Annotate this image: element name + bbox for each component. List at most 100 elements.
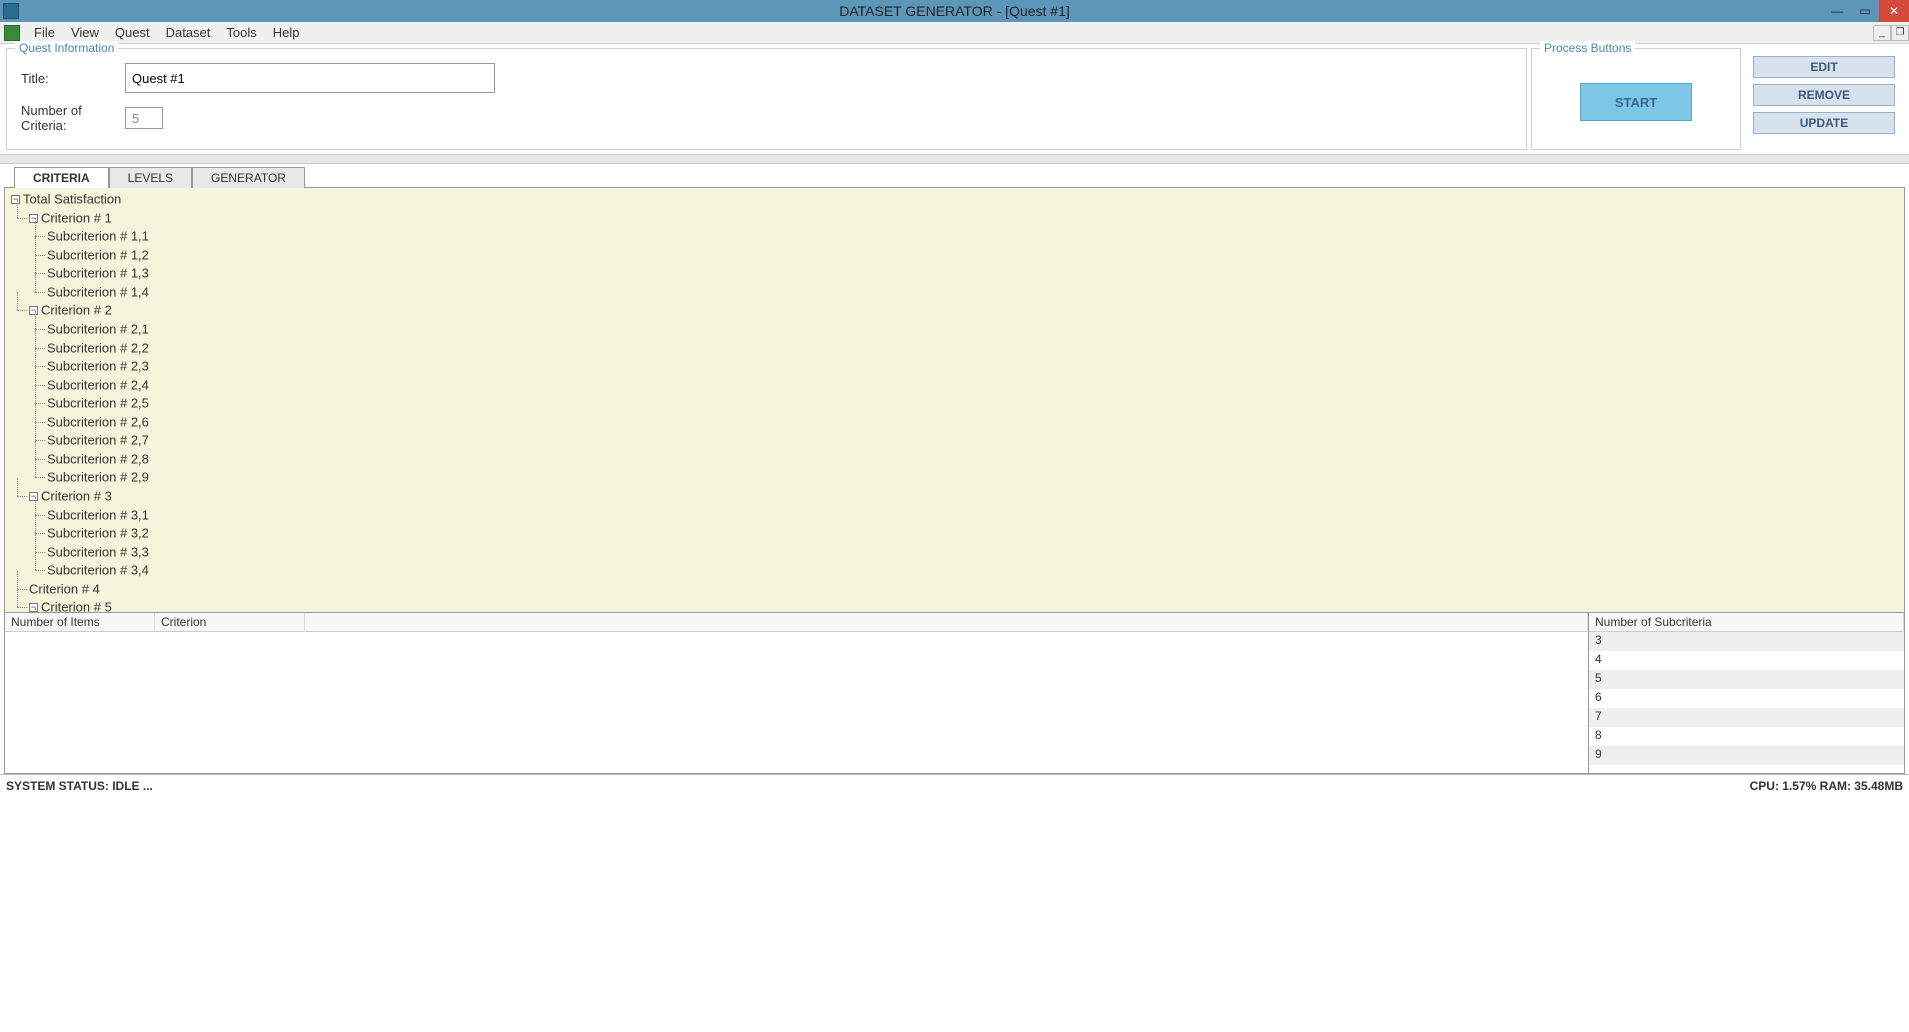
close-button[interactable]: ✕ [1879,0,1909,22]
tree-root-node[interactable]: −Total Satisfaction−Criterion # 1Subcrit… [11,190,1900,613]
tree-node-label[interactable]: Subcriterion # 2,2 [47,340,149,355]
menu-file[interactable]: File [26,23,63,42]
tree-subcriterion-node[interactable]: Subcriterion # 3,4 [47,561,1900,580]
tree-node-label[interactable]: Subcriterion # 2,1 [47,322,149,337]
tree-node-label[interactable]: Subcriterion # 2,5 [47,396,149,411]
tree-subcriterion-node[interactable]: Subcriterion # 1,3 [47,264,1900,283]
tab-generator[interactable]: GENERATOR [192,167,305,188]
app-icon [3,3,19,19]
table-row[interactable]: 3 [1589,632,1904,651]
expander-icon[interactable]: − [29,603,38,612]
table-row[interactable]: 9 [1589,746,1904,765]
cell-subcriteria-count: 4 [1589,651,1608,670]
tree-node-label[interactable]: Criterion # 3 [41,489,112,504]
tree-node-label[interactable]: Subcriterion # 2,6 [47,414,149,429]
menu-dataset[interactable]: Dataset [158,23,219,42]
tree-node-label[interactable]: Criterion # 5 [41,600,112,613]
tab-levels[interactable]: LEVELS [109,167,192,188]
table-row[interactable]: 5 [1589,670,1904,689]
tree-node-label[interactable]: Subcriterion # 2,7 [47,433,149,448]
process-legend: Process Buttons [1540,41,1635,55]
minimize-button[interactable]: — [1823,0,1851,22]
tree-subcriterion-node[interactable]: Subcriterion # 2,1 [47,320,1900,339]
tree-subcriterion-node[interactable]: Subcriterion # 2,6 [47,413,1900,432]
col-number-of-subcriteria[interactable]: Number of Subcriteria [1589,613,1904,631]
cell-subcriteria-count: 5 [1589,670,1608,689]
grid-left-body[interactable] [5,632,1588,773]
tree-node-label[interactable]: Total Satisfaction [23,192,121,207]
grid-left: Number of Items Criterion [5,613,1589,773]
menu-tools[interactable]: Tools [218,23,264,42]
tree-node-label[interactable]: Criterion # 2 [41,303,112,318]
table-row[interactable]: 6 [1589,689,1904,708]
grid-left-header: Number of Items Criterion [5,613,1588,632]
tree-subcriterion-node[interactable]: Subcriterion # 3,1 [47,506,1900,525]
update-button[interactable]: UPDATE [1753,112,1895,134]
tree-criterion-node[interactable]: −Criterion # 2 Subcriterion # 2,1 Subcrite… [29,301,1900,487]
tree-criterion-node[interactable]: −Criterion # 1 Subcriterion # 1,1 Subcrite… [29,209,1900,302]
menu-help[interactable]: Help [265,23,308,42]
tree-node-label[interactable]: Subcriterion # 2,8 [47,451,149,466]
tree-subcriterion-node[interactable]: Subcriterion # 3,3 [47,543,1900,562]
tree-node-label[interactable]: Subcriterion # 2,9 [47,470,149,485]
col-criterion[interactable]: Criterion [155,613,305,631]
col-number-of-items[interactable]: Number of Items [5,613,155,631]
titlebar: DATASET GENERATOR - [Quest #1] — ▭ ✕ [0,0,1909,22]
expander-icon[interactable]: − [11,195,20,204]
tree-node-label[interactable]: Criterion # 1 [41,210,112,225]
tree-subcriterion-node[interactable]: Subcriterion # 2,2 [47,339,1900,358]
mdi-restore[interactable]: ❐ [1891,25,1909,41]
tree-subcriterion-node[interactable]: Subcriterion # 3,2 [47,524,1900,543]
tree-criterion-node[interactable]: −Criterion # 3 Subcriterion # 3,1 Subcrite… [29,487,1900,580]
tree-subcriterion-node[interactable]: Subcriterion # 2,9 [47,468,1900,487]
process-buttons-group: Process Buttons START [1531,48,1741,150]
table-row[interactable]: 7 [1589,708,1904,727]
tree-node-label[interactable]: Criterion # 4 [29,581,100,596]
top-panels: Quest Information Title: Number of Crite… [0,44,1909,152]
cell-subcriteria-count: 3 [1589,632,1608,651]
tree-node-label[interactable]: Subcriterion # 1,2 [47,247,149,262]
status-right: CPU: 1.57% RAM: 35.48MB [1750,779,1903,793]
tree-criterion-node[interactable]: −Criterion # 5Subcriterion # 5,1 [29,598,1900,613]
window-title: DATASET GENERATOR - [Quest #1] [839,3,1070,19]
mdi-buttons: _ ❐ [1873,25,1909,41]
grid-right-body[interactable]: 3456789 [1589,632,1904,773]
expander-icon[interactable]: − [29,214,38,223]
menu-quest[interactable]: Quest [107,23,158,42]
window-controls: — ▭ ✕ [1823,0,1909,22]
tree-subcriterion-node[interactable]: Subcriterion # 1,4 [47,283,1900,302]
tab-criteria[interactable]: CRITERIA [14,167,109,188]
tree-node-label[interactable]: Subcriterion # 1,1 [47,229,149,244]
expander-icon[interactable]: − [29,306,38,315]
tree-node-label[interactable]: Subcriterion # 2,3 [47,359,149,374]
expander-icon[interactable]: − [29,492,38,501]
table-row[interactable]: 8 [1589,727,1904,746]
edit-button[interactable]: EDIT [1753,56,1895,78]
title-input[interactable] [125,63,495,93]
num-criteria-input[interactable] [125,107,163,129]
tree-subcriterion-node[interactable]: Subcriterion # 2,3 [47,357,1900,376]
tree-node-label[interactable]: Subcriterion # 1,4 [47,284,149,299]
tree-subcriterion-node[interactable]: Subcriterion # 2,4 [47,376,1900,395]
mdi-child-icon [4,25,20,41]
tree-area[interactable]: −Total Satisfaction−Criterion # 1Subcrit… [5,188,1904,613]
tree-node-label[interactable]: Subcriterion # 3,2 [47,526,149,541]
tree-subcriterion-node[interactable]: Subcriterion # 1,1 [47,227,1900,246]
tree-subcriterion-node[interactable]: Subcriterion # 2,7 [47,431,1900,450]
mdi-minimize[interactable]: _ [1873,25,1891,41]
tree-subcriterion-node[interactable]: Subcriterion # 2,5 [47,394,1900,413]
tree-node-label[interactable]: Subcriterion # 3,1 [47,507,149,522]
tree-subcriterion-node[interactable]: Subcriterion # 1,2 [47,246,1900,265]
tree-node-label[interactable]: Subcriterion # 3,3 [47,544,149,559]
tree-subcriterion-node[interactable]: Subcriterion # 2,8 [47,450,1900,469]
tree-criterion-node[interactable]: Criterion # 4 [29,580,1900,599]
tree-node-label[interactable]: Subcriterion # 1,3 [47,266,149,281]
criteria-tree[interactable]: −Total Satisfaction−Criterion # 1Subcrit… [9,190,1900,613]
tree-node-label[interactable]: Subcriterion # 3,4 [47,563,149,578]
start-button[interactable]: START [1580,83,1692,121]
menu-view[interactable]: View [63,23,107,42]
maximize-button[interactable]: ▭ [1851,0,1879,22]
tree-node-label[interactable]: Subcriterion # 2,4 [47,377,149,392]
table-row[interactable]: 4 [1589,651,1904,670]
remove-button[interactable]: REMOVE [1753,84,1895,106]
